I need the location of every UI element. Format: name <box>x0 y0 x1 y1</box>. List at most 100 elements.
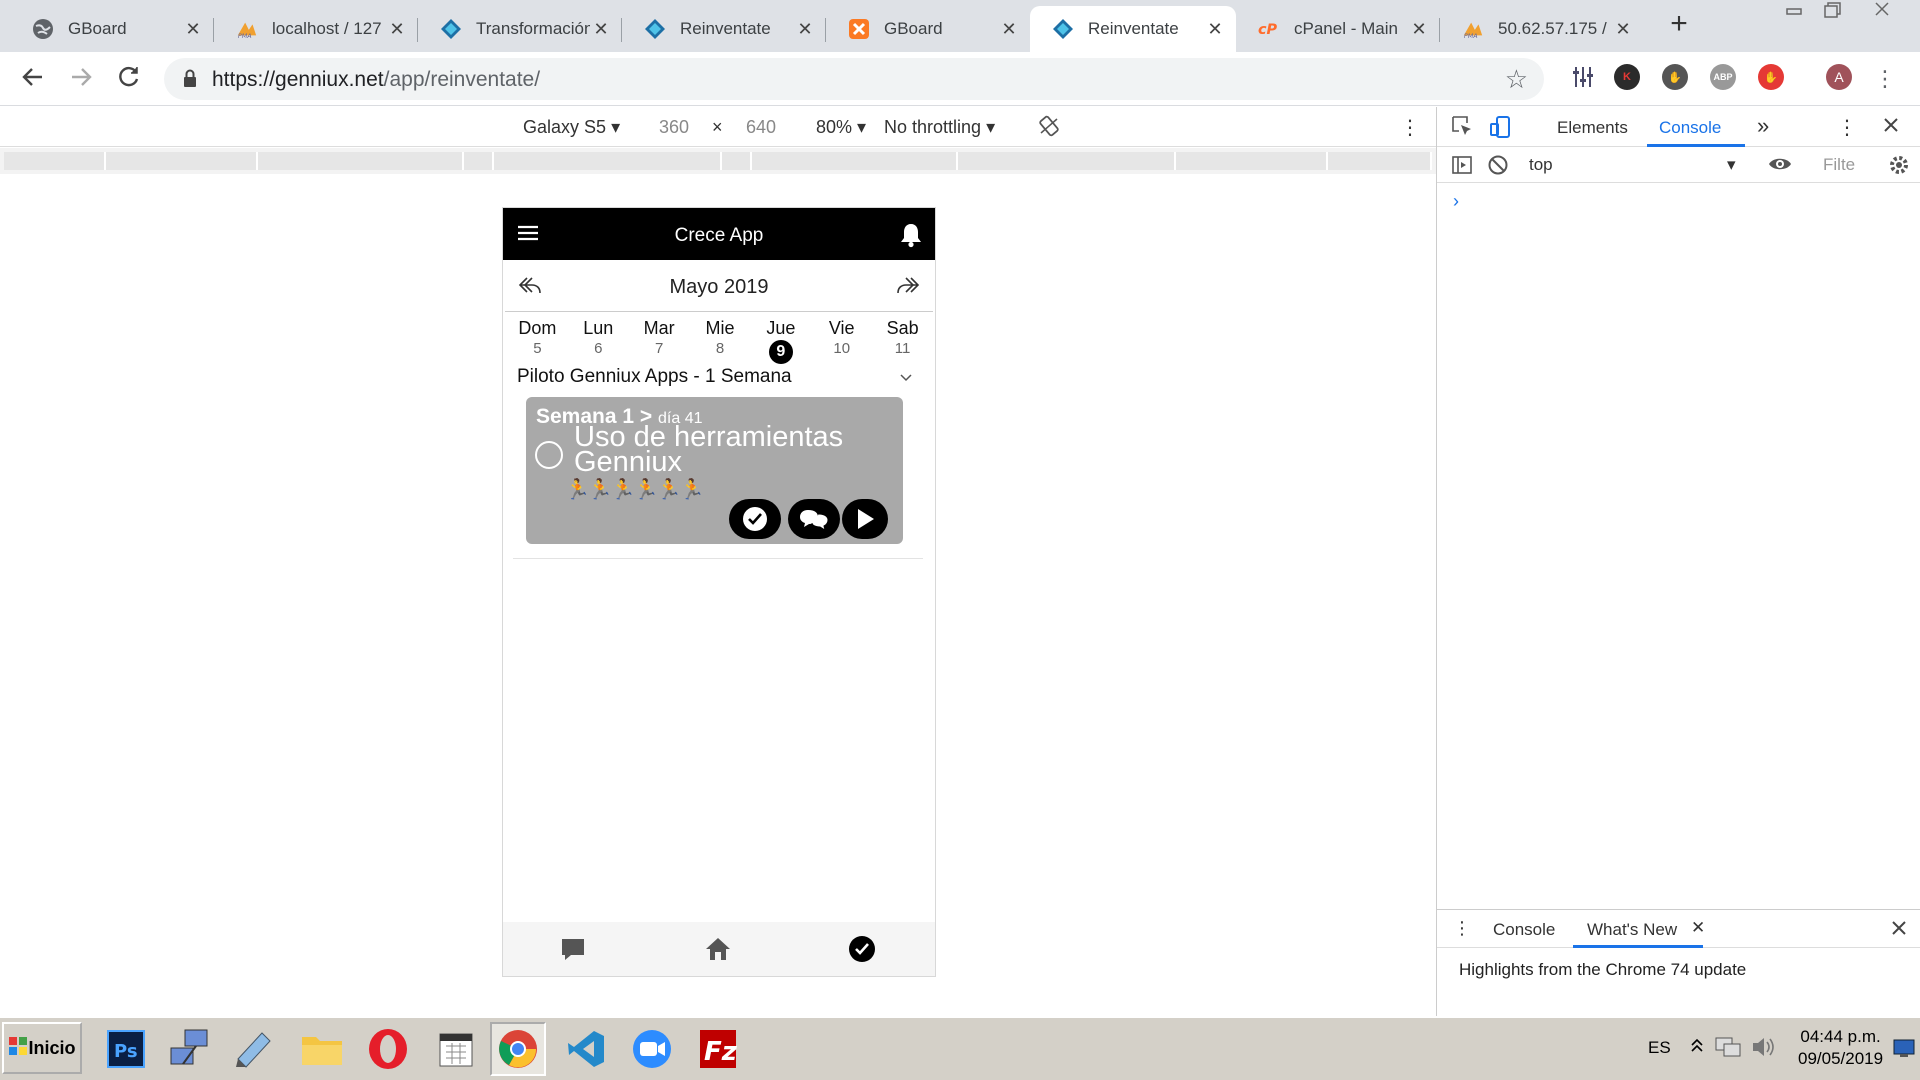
complete-radio[interactable] <box>535 441 563 469</box>
folder-taskbar-icon[interactable] <box>294 1022 350 1076</box>
browser-tab[interactable]: Reinventate ✕ <box>622 6 826 52</box>
close-icon[interactable]: ✕ <box>1408 19 1430 40</box>
hand-extension-icon[interactable]: ✋ <box>1662 64 1688 90</box>
photoshop-taskbar-icon[interactable]: Ps <box>98 1022 154 1076</box>
day-column[interactable]: Mar 7 <box>629 312 690 362</box>
sidebar-toggle-icon[interactable] <box>1451 154 1473 181</box>
reload-button[interactable] <box>114 64 144 94</box>
program-selector[interactable]: Piloto Genniux Apps - 1 Semana <box>517 366 917 394</box>
throttling-select[interactable]: No throttling ▾ <box>884 117 995 138</box>
language-indicator[interactable]: ES <box>1648 1038 1671 1058</box>
adblock-plus-icon[interactable]: ABP <box>1710 64 1736 90</box>
back-button[interactable] <box>18 64 48 94</box>
ruler-segment[interactable] <box>752 152 958 170</box>
bell-icon[interactable] <box>899 222 923 253</box>
browser-tab[interactable]: PMA 50.62.57.175 / ✕ <box>1440 6 1644 52</box>
day-column[interactable]: Lun 6 <box>568 312 629 362</box>
opera-taskbar-icon[interactable] <box>360 1022 416 1076</box>
activity-card[interactable]: Semana 1 > día 41 Uso de herramientas Ge… <box>526 397 903 544</box>
browser-tab[interactable]: Transformación ✕ <box>418 6 622 52</box>
chat-nav-icon[interactable] <box>558 934 588 964</box>
next-week-icon[interactable] <box>895 274 921 301</box>
window-close-button[interactable] <box>1862 0 1902 26</box>
console-prompt[interactable]: › <box>1453 191 1459 212</box>
ruler-segment[interactable] <box>722 152 752 170</box>
browser-tab[interactable]: cP cPanel - Main ✕ <box>1236 6 1440 52</box>
tab-elements[interactable]: Elements <box>1557 118 1628 138</box>
chrome-taskbar-icon[interactable] <box>490 1022 546 1076</box>
comments-button[interactable] <box>788 499 840 539</box>
context-select[interactable]: top <box>1529 155 1553 175</box>
inspect-element-icon[interactable] <box>1451 115 1473 142</box>
ruler-segment[interactable] <box>1176 152 1328 170</box>
play-button[interactable] <box>842 499 888 539</box>
media-query-ruler[interactable] <box>0 148 1436 174</box>
more-tabs-icon[interactable]: » <box>1757 113 1769 139</box>
ruler-segment[interactable] <box>464 152 494 170</box>
bookmark-star-icon[interactable]: ☆ <box>1505 64 1528 95</box>
zoom-select[interactable]: 80% ▾ <box>816 117 866 138</box>
notepad-taskbar-icon[interactable] <box>226 1022 282 1076</box>
home-icon[interactable] <box>703 934 733 964</box>
minimize-button[interactable] <box>1774 0 1814 26</box>
dropdown-caret-icon[interactable]: ▾ <box>1727 155 1736 175</box>
check-button[interactable] <box>729 499 781 539</box>
device-toggle-icon[interactable] <box>1489 115 1513 144</box>
width-field[interactable]: 360 <box>659 117 689 138</box>
network-taskbar-icon[interactable] <box>162 1022 218 1076</box>
k-extension-icon[interactable]: K <box>1614 64 1640 90</box>
equalizer-extension-icon[interactable] <box>1570 64 1596 90</box>
vscode-taskbar-icon[interactable] <box>558 1022 614 1076</box>
filter-input[interactable]: Filte <box>1823 155 1855 175</box>
ruler-segment[interactable] <box>494 152 722 170</box>
calendar-taskbar-icon[interactable] <box>428 1022 484 1076</box>
close-icon[interactable]: ✕ <box>590 19 612 40</box>
day-column[interactable]: Vie 10 <box>811 312 872 362</box>
zoom-taskbar-icon[interactable] <box>624 1022 680 1076</box>
tab-console[interactable]: Console <box>1659 118 1721 138</box>
chevron-up-icon[interactable] <box>1690 1036 1704 1061</box>
drawer-tab-console[interactable]: Console <box>1493 920 1555 940</box>
browser-tab-active[interactable]: Reinventate ✕ <box>1030 6 1236 52</box>
devtools-menu-icon[interactable]: ⋮ <box>1837 115 1857 140</box>
new-tab-button[interactable]: + <box>1664 9 1694 40</box>
filezilla-taskbar-icon[interactable]: Fz <box>690 1022 746 1076</box>
close-icon[interactable] <box>1889 918 1909 943</box>
close-icon[interactable]: ✕ <box>182 19 204 40</box>
close-icon[interactable]: ✕ <box>1204 19 1226 40</box>
close-icon[interactable]: ✕ <box>386 19 408 40</box>
forward-button[interactable] <box>66 64 96 94</box>
network-status-icon[interactable] <box>1714 1034 1742 1065</box>
clear-console-icon[interactable] <box>1487 154 1509 181</box>
restore-button[interactable] <box>1812 0 1852 26</box>
ruler-segment[interactable] <box>106 152 258 170</box>
drawer-tab-whats-new[interactable]: What's New <box>1587 920 1677 940</box>
address-bar[interactable]: https://genniux.net/app/reinventate/ ☆ <box>164 58 1544 100</box>
day-column-selected[interactable]: Jue 9 <box>750 312 811 364</box>
ruler-segment[interactable] <box>4 152 106 170</box>
browser-tab[interactable]: GBoard ✕ <box>826 6 1030 52</box>
adblock-hand-icon[interactable]: ✋ <box>1758 64 1784 90</box>
eye-icon[interactable] <box>1767 153 1793 180</box>
ruler-segment[interactable] <box>258 152 464 170</box>
device-toolbar-menu-icon[interactable]: ⋮ <box>1400 115 1420 140</box>
rotate-icon[interactable] <box>1038 115 1060 142</box>
show-desktop-icon[interactable] <box>1892 1036 1916 1065</box>
device-select[interactable]: Galaxy S5 ▾ <box>523 117 620 138</box>
tasks-check-icon[interactable] <box>847 934 877 964</box>
close-tab-icon[interactable]: ✕ <box>1691 918 1705 938</box>
close-icon[interactable]: ✕ <box>794 19 816 40</box>
drawer-menu-icon[interactable]: ⋮ <box>1453 918 1471 939</box>
clock[interactable]: 04:44 p.m. 09/05/2019 <box>1798 1026 1883 1070</box>
browser-menu-icon[interactable]: ⋮ <box>1870 64 1900 94</box>
day-column[interactable]: Dom 5 <box>507 312 568 362</box>
browser-tab[interactable]: GBoard ✕ <box>10 6 214 52</box>
start-button[interactable]: Inicio <box>2 1022 82 1074</box>
browser-tab[interactable]: PMA localhost / 127 ✕ <box>214 6 418 52</box>
close-icon[interactable]: ✕ <box>1612 19 1634 40</box>
volume-icon[interactable] <box>1750 1034 1778 1065</box>
avatar[interactable]: A <box>1826 64 1852 90</box>
ruler-segment[interactable] <box>1328 152 1432 170</box>
close-icon[interactable] <box>1881 115 1901 140</box>
day-column[interactable]: Mie 8 <box>690 312 751 362</box>
